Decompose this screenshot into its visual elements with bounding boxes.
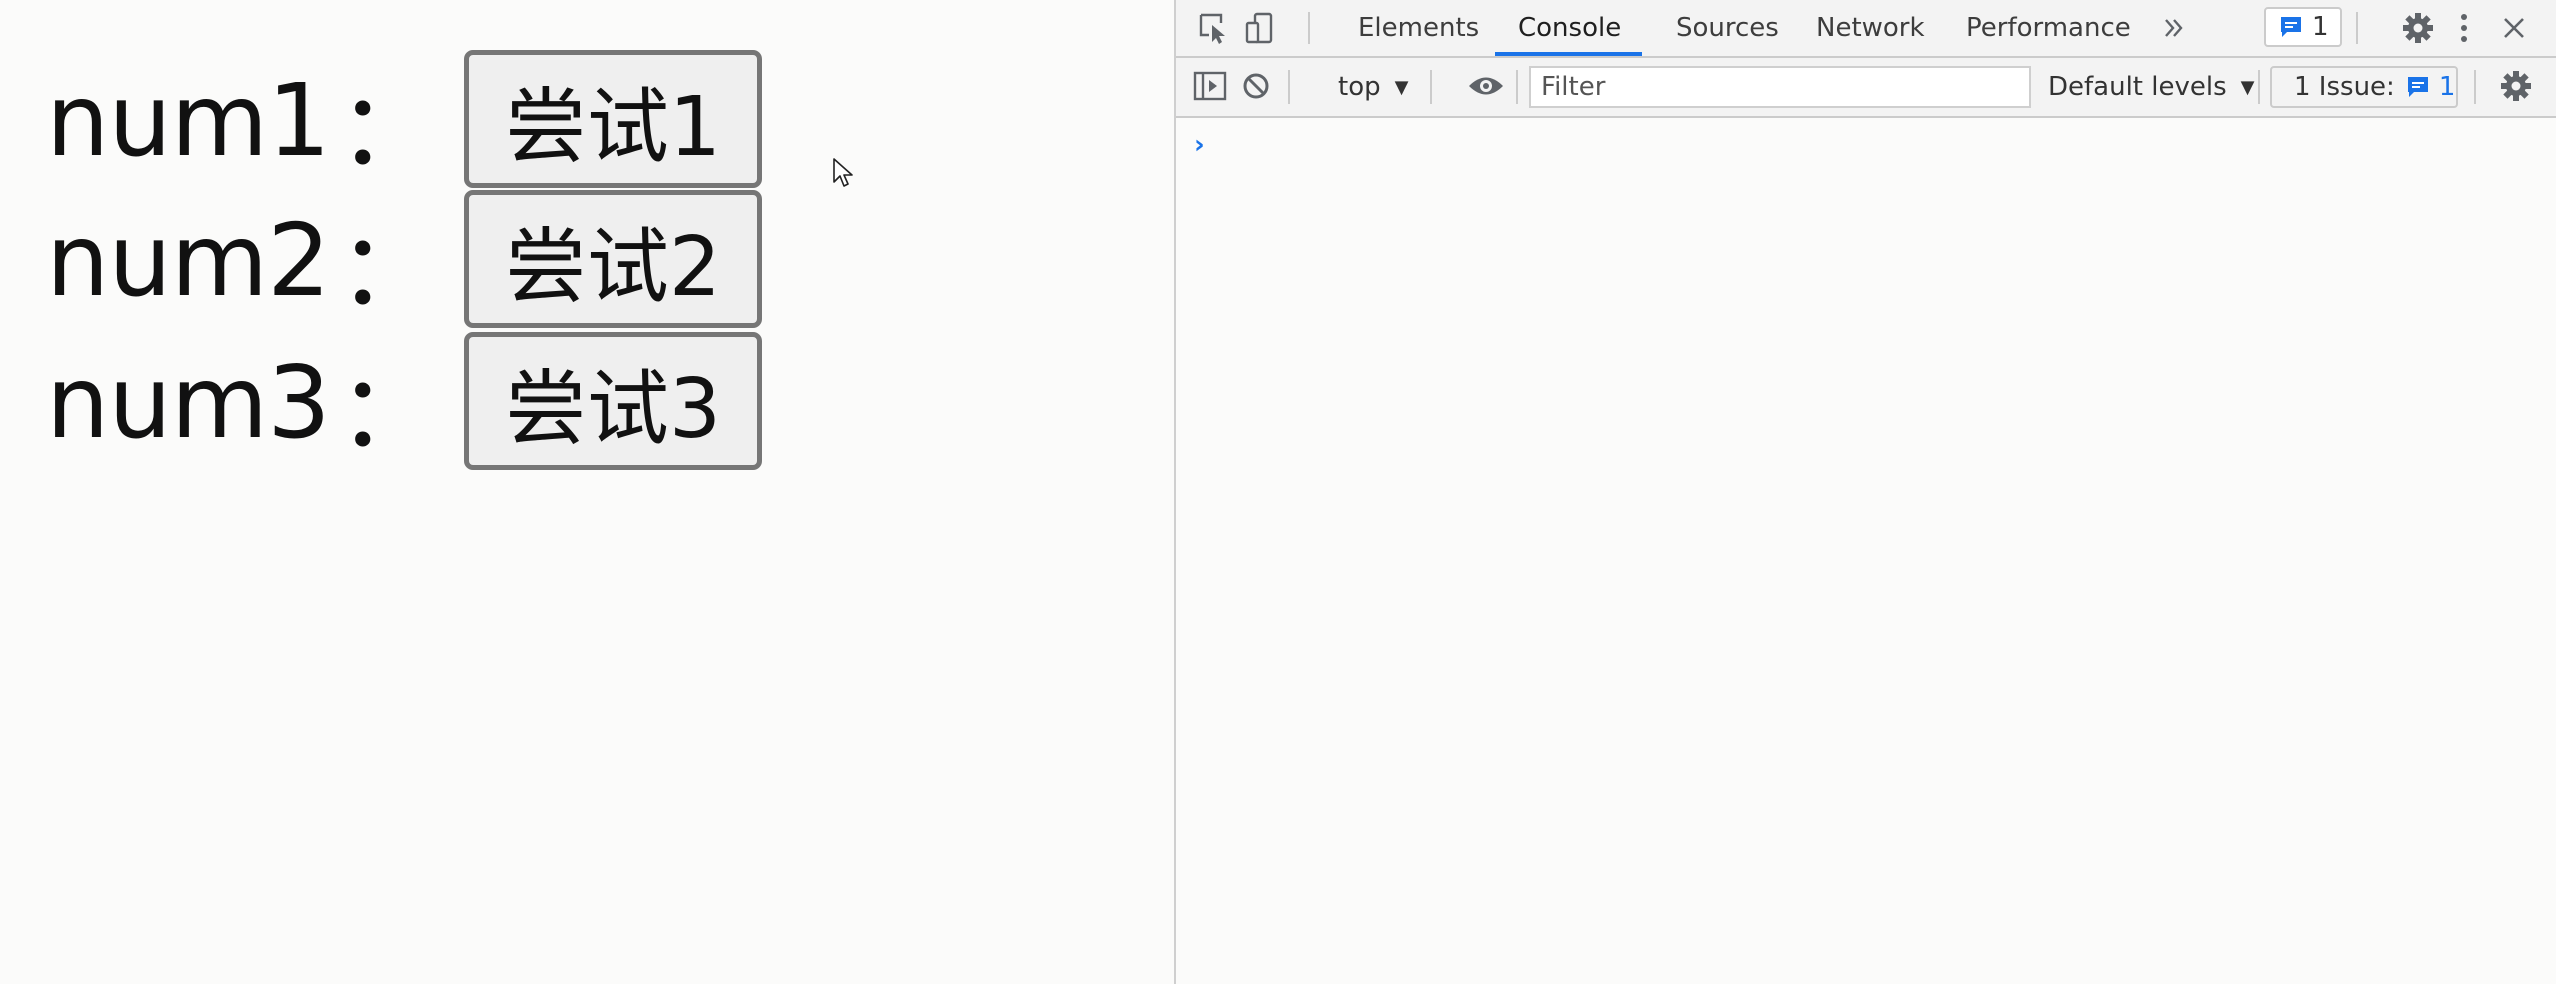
page-content: num1 ： 0 尝试1 num2 ： 0 尝试2 num3 ： 0 尝试3 [0, 0, 1174, 984]
tab-console[interactable]: Console [1518, 0, 1621, 56]
try2-button[interactable]: 尝试2 [464, 190, 762, 328]
num3-row: num3 ： 0 尝试3 [46, 332, 762, 472]
num1-colon: ： [337, 70, 438, 188]
settings-gear-icon[interactable] [2398, 8, 2438, 48]
num2-label: num2 [46, 201, 331, 319]
dropdown-arrow-icon: ▼ [2240, 76, 2255, 98]
tab-sources[interactable]: Sources [1676, 0, 1779, 56]
console-output-area[interactable] [1176, 118, 2556, 984]
console-toolbar: top ▼ Default levels ▼ 1 Issue: 1 [1176, 58, 2556, 118]
active-tab-indicator [1495, 52, 1642, 56]
issues-label: 1 Issue: [2294, 72, 2395, 102]
try3-button[interactable]: 尝试3 [464, 332, 762, 470]
tab-network[interactable]: Network [1816, 0, 1925, 56]
console-settings-gear-icon[interactable] [2496, 66, 2536, 106]
tab-bar-separator [2356, 12, 2358, 44]
issues-count: 1 [2438, 72, 2456, 102]
toolbar-separator [2258, 70, 2260, 104]
kebab-menu-icon[interactable] [2444, 8, 2484, 48]
chevron-double-right-icon[interactable] [2154, 8, 2194, 48]
toolbar-separator [1516, 70, 1518, 104]
devtools-tab-bar: Elements Console Sources Network Perform… [1176, 0, 2556, 58]
toolbar-separator [1288, 70, 1290, 104]
log-levels-label: Default levels [2048, 72, 2227, 102]
clear-console-icon[interactable] [1236, 66, 1276, 106]
toolbar-separator [2474, 70, 2476, 104]
num1-label: num1 [46, 61, 331, 179]
tab-bar-separator [1308, 12, 1310, 44]
device-toolbar-icon[interactable] [1240, 8, 1280, 48]
num3-colon: ： [337, 352, 438, 470]
message-icon [2281, 17, 2301, 37]
context-selector-label: top [1338, 72, 1381, 102]
console-prompt-chevron-icon[interactable]: › [1194, 130, 1205, 160]
console-filter-input[interactable] [1529, 66, 2031, 108]
tab-elements[interactable]: Elements [1358, 0, 1479, 56]
tab-performance[interactable]: Performance [1966, 0, 2131, 56]
message-icon [2407, 77, 2428, 97]
issues-button[interactable]: 1 Issue: 1 [2270, 66, 2458, 108]
messages-badge[interactable]: 1 [2264, 7, 2342, 47]
messages-badge-count: 1 [2312, 12, 2329, 42]
inspect-element-icon[interactable] [1194, 8, 1234, 48]
log-levels-dropdown[interactable]: Default levels ▼ [2048, 58, 2254, 116]
sidebar-toggle-icon[interactable] [1190, 66, 1230, 106]
num2-colon: ： [337, 210, 438, 328]
num2-row: num2 ： 0 尝试2 [46, 190, 762, 330]
context-selector[interactable]: top ▼ [1338, 58, 1408, 116]
close-icon[interactable] [2494, 8, 2534, 48]
num3-label: num3 [46, 343, 331, 461]
mouse-cursor-icon [833, 158, 853, 187]
try1-button[interactable]: 尝试1 [464, 50, 762, 188]
devtools-panel: Elements Console Sources Network Perform… [1174, 0, 2556, 984]
toolbar-separator [1430, 70, 1432, 104]
live-expression-eye-icon[interactable] [1466, 66, 1506, 106]
num1-row: num1 ： 0 尝试1 [46, 50, 762, 190]
dropdown-arrow-icon: ▼ [1394, 76, 1409, 98]
